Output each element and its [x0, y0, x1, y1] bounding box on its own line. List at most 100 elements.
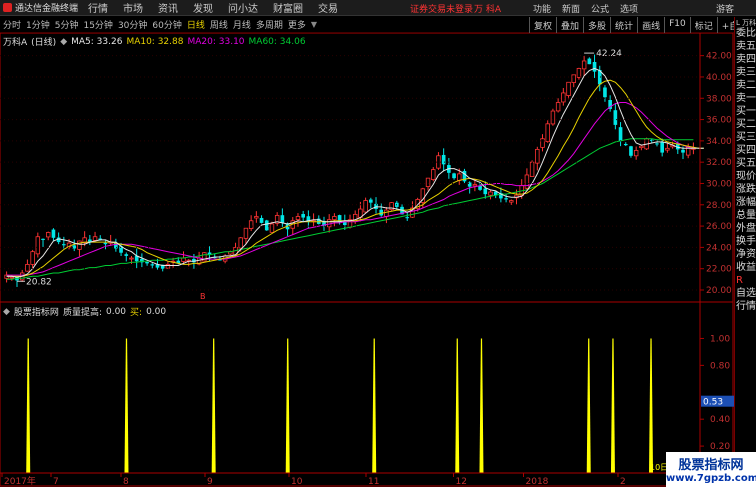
- period-monthly[interactable]: 月线: [233, 18, 251, 31]
- ma20-value: MA20: 33.10: [187, 36, 245, 47]
- period-multi[interactable]: 多周期: [256, 18, 283, 31]
- candle-body: [633, 150, 639, 157]
- chart-border: [0, 33, 734, 487]
- mark-button[interactable]: 标记: [689, 17, 717, 33]
- side-item: 外盘: [736, 223, 756, 234]
- candle-body: [545, 123, 550, 142]
- side-item: 换手: [736, 236, 756, 247]
- candle-body: [655, 143, 659, 145]
- indicator-settings-icon[interactable]: ◆: [3, 307, 10, 317]
- side-item[interactable]: R: [735, 274, 756, 287]
- side-item: 买三: [736, 132, 756, 143]
- menu-trade[interactable]: 交易: [318, 0, 338, 15]
- period-30min[interactable]: 30分钟: [118, 18, 147, 31]
- indicator-signal-spike: [610, 338, 615, 473]
- side-item-favorites[interactable]: 自选: [735, 287, 756, 300]
- candle-body: [550, 110, 556, 125]
- overlay-button[interactable]: 叠加: [556, 17, 583, 33]
- time-tick-label: 11: [368, 477, 379, 487]
- multi-stock-button[interactable]: 多股: [583, 17, 610, 33]
- candle-body: [9, 276, 15, 279]
- menu-news[interactable]: 资讯: [158, 0, 178, 15]
- menu-market[interactable]: 市场: [123, 0, 143, 15]
- login-notice[interactable]: 证券交易未登录: [410, 2, 473, 15]
- candle-body: [62, 244, 66, 246]
- candle-body: [332, 216, 337, 221]
- top-menu-bar: 通达信金融终端 行情 市场 资讯 发现 问小达 财富圈 交易 证券交易未登录 万…: [0, 0, 756, 16]
- ma-settings-icon[interactable]: ◆: [60, 37, 67, 47]
- price-tick-label: 28.00: [706, 201, 732, 211]
- candle-body: [665, 147, 670, 151]
- price-tick-label: 42.00: [706, 52, 732, 62]
- period-intraday[interactable]: 分时: [3, 18, 21, 31]
- candle-body: [384, 209, 389, 217]
- menu-formula[interactable]: 公式: [591, 2, 609, 15]
- side-item-quotes[interactable]: 行情: [735, 300, 756, 313]
- menu-new-page[interactable]: 新面: [562, 2, 580, 15]
- ma-info-bar: 万科A (日线) ◆ MA5: 33.26 MA10: 32.88 MA20: …: [3, 35, 310, 49]
- side-item: 买二: [736, 119, 756, 130]
- indicator-signal-spike: [455, 338, 460, 473]
- side-item: 涨跌: [736, 184, 756, 195]
- candle-body: [566, 81, 571, 96]
- chevron-down-icon[interactable]: ▼: [311, 20, 317, 29]
- period-daily[interactable]: 日线: [187, 18, 205, 31]
- indicator-signal-spike: [285, 338, 290, 473]
- statistics-button[interactable]: 统计: [610, 17, 637, 33]
- period-weekly[interactable]: 周线: [210, 18, 228, 31]
- indicator-signal-spike: [26, 338, 31, 473]
- low-marker-label: 20.82: [26, 277, 52, 287]
- draw-line-button[interactable]: 画线: [637, 17, 664, 33]
- time-tick-label: 2017年: [4, 475, 36, 487]
- app-logo[interactable]: 通达信金融终端: [0, 1, 88, 14]
- side-item: 卖一: [736, 93, 756, 104]
- period-more[interactable]: 更多: [288, 18, 306, 31]
- indicator-tick-label: 0.40: [710, 415, 730, 425]
- right-menu: 功能 新面 公式 选项: [533, 2, 649, 15]
- chart-canvas[interactable]: 42.24 20.82 B 10日 42.00 40.00 38.00 36.00 34.0…: [0, 33, 734, 487]
- candle-body: [660, 142, 665, 153]
- candle-body: [103, 242, 108, 245]
- candle-body: [46, 232, 51, 238]
- candle-body: [41, 238, 45, 240]
- indicator-source: 股票指标网: [13, 308, 59, 318]
- side-item: 现价: [736, 171, 756, 182]
- period-1min[interactable]: 1分钟: [26, 18, 50, 31]
- time-tick-label: 10: [291, 477, 303, 487]
- menu-options[interactable]: 选项: [620, 2, 638, 15]
- candle-body: [145, 261, 149, 264]
- menu-ask[interactable]: 问小达: [228, 0, 258, 15]
- price-bottom-mark: B: [200, 292, 206, 301]
- menu-discover[interactable]: 发现: [193, 0, 213, 15]
- side-item: 卖五: [736, 41, 756, 52]
- side-item: 收益: [736, 262, 756, 273]
- period-60min[interactable]: 60分钟: [152, 18, 181, 31]
- candle-body: [295, 216, 301, 221]
- indicator-panel[interactable]: 10日: [26, 338, 668, 473]
- guest-user[interactable]: 游客: [716, 2, 734, 15]
- adjust-price-button[interactable]: 复权: [529, 17, 556, 33]
- period-15min[interactable]: 15分钟: [83, 18, 112, 31]
- period-5min[interactable]: 5分钟: [55, 18, 79, 31]
- ma10-line: [6, 79, 704, 277]
- menu-wealth-circle[interactable]: 财富圈: [273, 0, 303, 15]
- price-panel[interactable]: 42.24 20.82 B: [4, 49, 704, 301]
- candle-body: [561, 92, 566, 103]
- side-panel-header[interactable]: L 万科 300: [735, 17, 756, 27]
- side-item: 卖二: [736, 80, 756, 91]
- candle-body: [238, 237, 243, 249]
- price-tick-label: 30.00: [706, 179, 732, 189]
- candle-body: [478, 185, 482, 190]
- time-tick-label: 2: [620, 477, 626, 487]
- candle-body: [509, 200, 514, 203]
- indicator-signal-spike: [124, 338, 129, 473]
- candle-body: [431, 169, 436, 180]
- time-tick-label: 7: [53, 477, 59, 487]
- f10-button[interactable]: F10: [664, 17, 690, 33]
- time-tick-label: 8: [123, 477, 129, 487]
- side-item: 买一: [736, 106, 756, 117]
- candle-body: [51, 229, 56, 238]
- ma-cycle: (日线): [31, 38, 57, 48]
- menu-functions[interactable]: 功能: [533, 2, 551, 15]
- menu-market-quotes[interactable]: 行情: [88, 0, 108, 15]
